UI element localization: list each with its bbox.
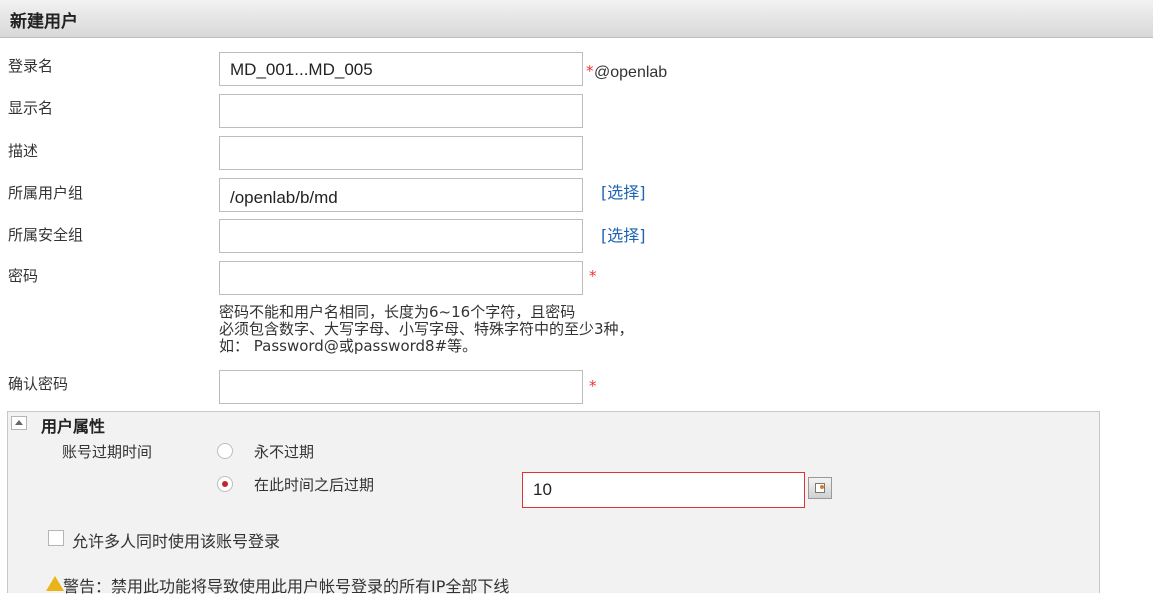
required-mark: *	[586, 62, 594, 80]
confirm-password-label: 确认密码	[8, 375, 69, 393]
login-name-input[interactable]: MD_001...MD_005	[219, 52, 583, 86]
domain-suffix: @openlab	[594, 64, 668, 81]
hint-line: 密码不能和用户名相同，长度为6~16个字符，且密码	[219, 303, 576, 321]
collapse-toggle-icon[interactable]	[11, 416, 27, 430]
expire-after-radio[interactable]	[217, 476, 233, 492]
never-expire-radio[interactable]	[217, 443, 233, 459]
select-user-group-link[interactable]: [选择]	[601, 179, 646, 203]
description-input[interactable]	[219, 136, 583, 170]
password-input[interactable]	[219, 261, 583, 295]
never-expire-label: 永不过期	[254, 443, 315, 461]
security-group-label: 所属安全组	[8, 226, 84, 244]
required-mark: *	[589, 377, 597, 395]
multi-login-checkbox[interactable]	[48, 530, 64, 546]
user-group-input[interactable]: /openlab/b/md	[219, 178, 583, 212]
description-label: 描述	[8, 142, 39, 160]
display-name-input[interactable]	[219, 94, 583, 128]
password-label: 密码	[8, 267, 39, 285]
user-group-label: 所属用户组	[8, 184, 84, 202]
warning-text: 警告：禁用此功能将导致使用此用户帐号登录的所有IP全部下线	[63, 577, 510, 596]
hint-line: 如： Password@或password8#等。	[219, 337, 478, 355]
login-name-label: 登录名	[8, 57, 54, 75]
security-group-input[interactable]	[219, 219, 583, 253]
user-attributes-title: 用户属性	[41, 417, 106, 436]
warning-icon	[46, 576, 64, 591]
expire-date-input[interactable]: 10	[522, 472, 805, 508]
required-mark: *	[589, 267, 597, 285]
expire-after-label: 在此时间之后过期	[254, 476, 375, 494]
password-hint: 密码不能和用户名相同，长度为6~16个字符，且密码 必须包含数字、大写字母、小写…	[219, 304, 634, 355]
display-name-label: 显示名	[8, 99, 54, 117]
select-security-group-link[interactable]: [选择]	[601, 222, 646, 246]
calendar-icon[interactable]	[808, 477, 832, 499]
expire-time-label: 账号过期时间	[62, 443, 153, 461]
hint-line: 必须包含数字、大写字母、小写字母、特殊字符中的至少3种，	[219, 320, 634, 338]
page-header: 新建用户	[0, 0, 1153, 38]
page-title: 新建用户	[10, 12, 78, 32]
multi-login-label: 允许多人同时使用该账号登录	[72, 532, 281, 551]
confirm-password-input[interactable]	[219, 370, 583, 404]
